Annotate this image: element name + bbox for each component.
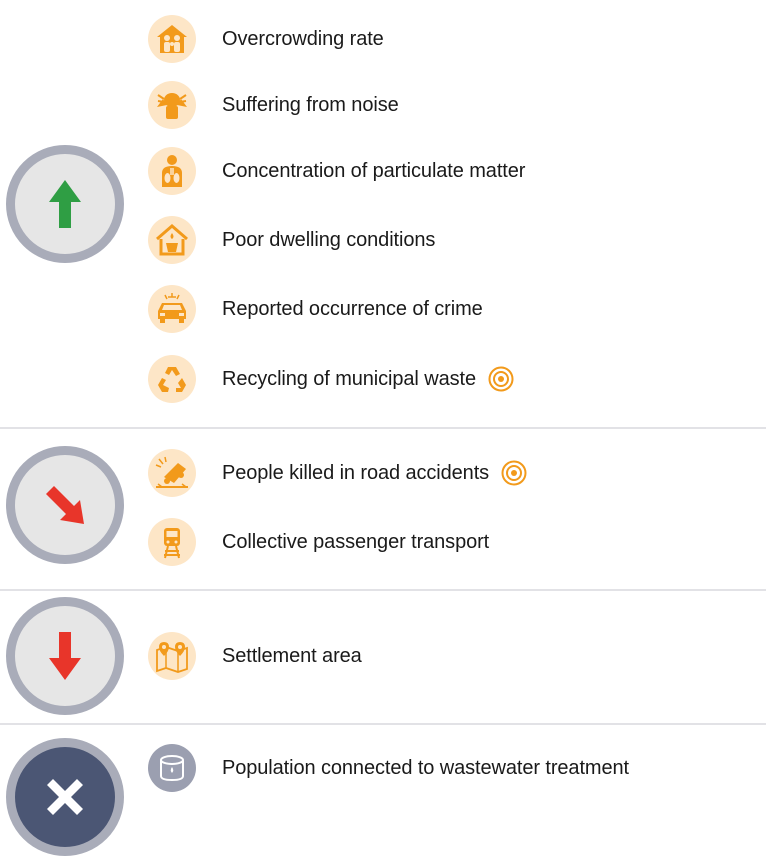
list-item: Poor dwelling conditions xyxy=(148,216,435,264)
house-family-icon xyxy=(148,15,196,63)
item-label: Suffering from noise xyxy=(222,94,399,116)
list-item: Suffering from noise xyxy=(148,81,399,129)
arrow-down-right-icon xyxy=(46,486,84,524)
status-circle-moderate xyxy=(6,446,124,564)
recycle-icon xyxy=(148,355,196,403)
car-crash-icon xyxy=(148,449,196,497)
status-circle-down xyxy=(6,597,124,715)
item-label: Population connected to wastewater treat… xyxy=(222,757,629,779)
item-label: Reported occurrence of crime xyxy=(222,298,483,320)
item-label: Collective passenger transport xyxy=(222,531,490,553)
arrow-down-icon xyxy=(49,632,81,680)
status-circle-not-assessable xyxy=(6,738,124,856)
water-tank-icon xyxy=(148,744,196,792)
cross-icon xyxy=(47,779,83,815)
police-car-icon xyxy=(148,285,196,333)
list-item: People killed in road accidents xyxy=(148,449,527,497)
list-item: Reported occurrence of crime xyxy=(148,285,483,333)
list-item: Concentration of particulate matter xyxy=(148,147,525,195)
status-circle-up xyxy=(6,145,124,263)
item-label: Recycling of municipal waste xyxy=(222,368,476,390)
group-divider xyxy=(0,589,766,591)
list-item: Recycling of municipal waste xyxy=(148,355,514,403)
noise-icon xyxy=(148,81,196,129)
list-item: Population connected to wastewater treat… xyxy=(148,744,629,792)
train-icon xyxy=(148,518,196,566)
leaking-house-icon xyxy=(148,216,196,264)
lungs-icon xyxy=(148,147,196,195)
group-divider xyxy=(0,723,766,725)
item-label: Concentration of particulate matter xyxy=(222,160,526,182)
map-pins-icon xyxy=(148,632,196,680)
item-label: Settlement area xyxy=(222,645,362,667)
item-label: Poor dwelling conditions xyxy=(222,229,436,251)
target-icon xyxy=(488,366,514,392)
target-icon xyxy=(501,460,527,486)
list-item: Overcrowding rate xyxy=(148,15,384,63)
list-item: Collective passenger transport xyxy=(148,518,489,566)
list-item: Settlement area xyxy=(148,632,362,680)
arrow-up-icon xyxy=(49,180,81,228)
group-divider xyxy=(0,427,766,429)
item-label: Overcrowding rate xyxy=(222,28,384,50)
item-label: People killed in road accidents xyxy=(222,462,490,484)
